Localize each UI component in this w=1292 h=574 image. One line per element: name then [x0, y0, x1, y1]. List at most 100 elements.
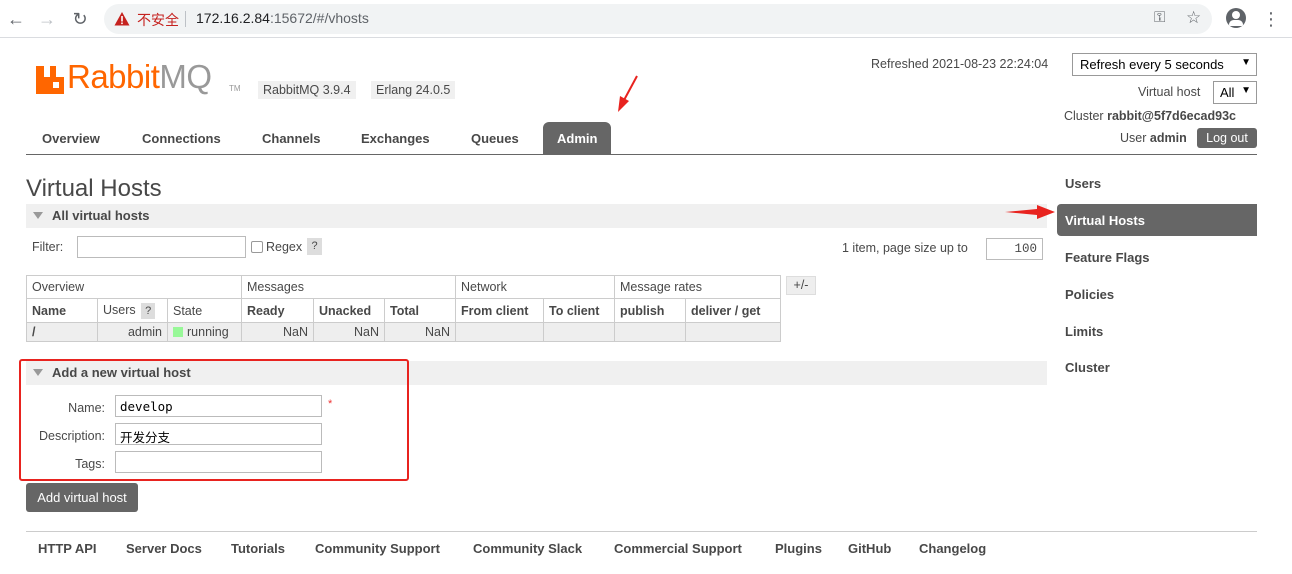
col-users-label: Users [103, 302, 136, 317]
tab-channels[interactable]: Channels [262, 131, 321, 146]
col-total[interactable]: Total [384, 298, 456, 323]
warning-icon [114, 12, 130, 26]
col-deliver-get[interactable]: deliver / get [685, 298, 781, 323]
cell-unacked: NaN [313, 322, 385, 342]
key-icon[interactable]: ⚿ [1154, 9, 1165, 26]
annotation-arrow-admin-icon [618, 75, 638, 112]
sidebar-item-users[interactable]: Users [1057, 167, 1257, 199]
col-from-client[interactable]: From client [455, 298, 544, 323]
refresh-select-value: Refresh every 5 seconds [1080, 57, 1224, 72]
group-network: Network [455, 275, 615, 299]
url-path: :15672/#/vhosts [269, 10, 369, 26]
vhosts-table: Overview Messages Network Message rates … [26, 275, 781, 342]
address-bar[interactable]: 不安全 172.16.2.84:15672/#/vhosts ⚿ ☆ [104, 4, 1212, 34]
cell-publish [614, 322, 686, 342]
forward-icon[interactable]: → [36, 8, 58, 30]
logo-trademark: TM [229, 84, 241, 93]
vhost-name-input[interactable]: develop [115, 395, 322, 417]
footer-link-community-slack[interactable]: Community Slack [473, 541, 582, 556]
filter-input[interactable] [77, 236, 246, 258]
col-unacked[interactable]: Unacked [313, 298, 385, 323]
footer-link-github[interactable]: GitHub [848, 541, 891, 556]
sidebar-item-cluster[interactable]: Cluster [1057, 351, 1257, 383]
footer-link-server-docs[interactable]: Server Docs [126, 541, 202, 556]
tab-connections[interactable]: Connections [142, 131, 221, 146]
main-nav-tabs: Overview Connections Channels Exchanges … [26, 122, 1257, 155]
back-icon[interactable]: ← [5, 8, 27, 30]
vhost-name-link[interactable]: / [26, 322, 98, 342]
cell-from-client [455, 322, 544, 342]
refresh-interval-select[interactable]: Refresh every 5 seconds ▼ [1072, 53, 1257, 76]
virtual-host-label: Virtual host [1138, 85, 1201, 99]
column-toggle-button[interactable]: +/- [786, 276, 816, 295]
sidebar-item-policies[interactable]: Policies [1057, 278, 1257, 310]
kebab-menu-icon[interactable]: ⋮ [1262, 8, 1280, 30]
tab-queues[interactable]: Queues [471, 131, 519, 146]
tab-overview[interactable]: Overview [42, 131, 100, 146]
cell-total: NaN [384, 322, 456, 342]
url-text[interactable]: 172.16.2.84:15672/#/vhosts [196, 10, 369, 26]
page-size-input[interactable]: 100 [986, 238, 1043, 260]
col-name[interactable]: Name [26, 298, 98, 323]
browser-toolbar: ← → ↻ 不安全 172.16.2.84:15672/#/vhosts ⚿ ☆… [0, 0, 1292, 38]
sidebar-item-virtual-hosts[interactable]: Virtual Hosts [1057, 204, 1257, 236]
filter-label: Filter: [32, 240, 64, 254]
logo-rabbit: Rabbit [67, 58, 160, 95]
vhost-tags-input[interactable] [115, 451, 322, 473]
logo-mq: MQ [159, 58, 212, 95]
collapse-triangle-icon [33, 212, 43, 219]
all-vhosts-section-header[interactable]: All virtual hosts [26, 204, 1047, 228]
profile-icon[interactable] [1226, 8, 1246, 28]
cell-users: admin [97, 322, 168, 342]
add-vhost-section-header[interactable]: Add a new virtual host [26, 361, 1047, 385]
name-label: Name: [68, 401, 105, 415]
users-help-badge[interactable]: ? [141, 302, 156, 319]
cell-deliver-get [685, 322, 781, 342]
security-label: 不安全 [137, 12, 179, 28]
regex-checkbox[interactable] [251, 241, 263, 253]
group-message-rates: Message rates [614, 275, 781, 299]
omnibox-divider [185, 11, 186, 27]
sidebar-item-feature-flags[interactable]: Feature Flags [1057, 241, 1257, 273]
col-publish[interactable]: publish [614, 298, 686, 323]
col-state[interactable]: State [167, 298, 242, 323]
footer-divider [26, 531, 1257, 532]
vhost-description-input[interactable]: 开发分支 [115, 423, 322, 445]
dropdown-arrow-icon: ▼ [1241, 57, 1251, 68]
cell-ready: NaN [241, 322, 314, 342]
cell-state: running [167, 322, 242, 342]
footer-link-changelog[interactable]: Changelog [919, 541, 986, 556]
footer-link-plugins[interactable]: Plugins [775, 541, 822, 556]
table-group-header: Overview Messages Network Message rates [26, 275, 781, 299]
col-to-client[interactable]: To client [543, 298, 615, 323]
group-messages: Messages [241, 275, 456, 299]
group-overview: Overview [26, 275, 242, 299]
col-users[interactable]: Users ? [97, 298, 168, 323]
refreshed-timestamp: Refreshed 2021-08-23 22:24:04 [871, 57, 1049, 71]
footer-link-tutorials[interactable]: Tutorials [231, 541, 285, 556]
tab-exchanges[interactable]: Exchanges [361, 131, 430, 146]
reload-icon[interactable]: ↻ [69, 8, 91, 30]
table-column-header: Name Users ? State Ready Unacked Total F… [26, 298, 781, 323]
footer-link-http-api[interactable]: HTTP API [38, 541, 97, 556]
collapse-triangle-icon [33, 369, 43, 376]
running-status-icon [173, 327, 183, 337]
regex-help-badge[interactable]: ? [307, 238, 322, 255]
footer-link-commercial-support[interactable]: Commercial Support [614, 541, 742, 556]
add-vhost-button[interactable]: Add virtual host [26, 483, 138, 512]
description-label: Description: [39, 429, 105, 443]
table-row[interactable]: / admin running NaN NaN NaN [26, 322, 781, 342]
add-vhost-title: Add a new virtual host [52, 365, 191, 380]
all-vhosts-title: All virtual hosts [52, 208, 150, 223]
col-ready[interactable]: Ready [241, 298, 314, 323]
star-icon[interactable]: ☆ [1186, 8, 1201, 28]
erlang-badge: Erlang 24.0.5 [371, 81, 456, 99]
virtual-host-select[interactable]: All ▼ [1213, 81, 1257, 104]
cluster-info: Cluster rabbit@5f7d6ecad93c [1064, 109, 1236, 123]
footer-link-community-support[interactable]: Community Support [315, 541, 440, 556]
tab-admin[interactable]: Admin [543, 122, 612, 155]
cluster-label: Cluster [1064, 109, 1104, 123]
cluster-name: rabbit@5f7d6ecad93c [1107, 109, 1236, 123]
sidebar-item-limits[interactable]: Limits [1057, 315, 1257, 347]
vhost-select-value: All [1220, 85, 1235, 100]
